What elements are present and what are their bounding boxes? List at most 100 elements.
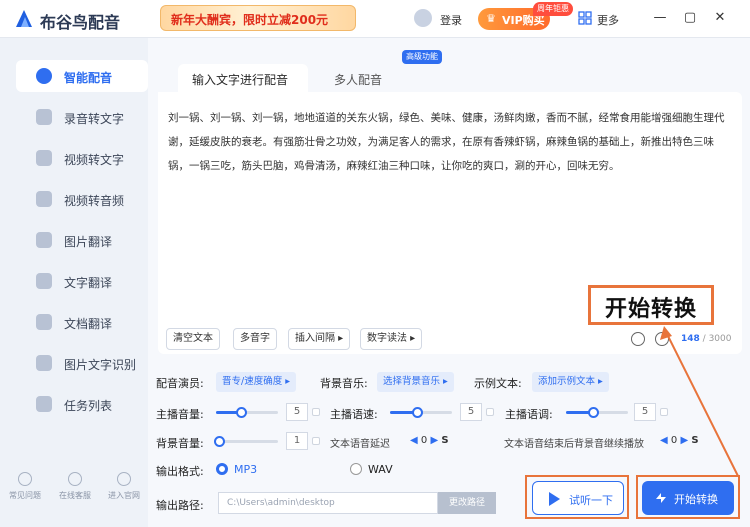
polyphone-button[interactable]: 多音字	[233, 328, 277, 350]
tab-label: 输入文字进行配音	[192, 73, 289, 87]
volume-input[interactable]: 5	[286, 403, 308, 421]
bg-volume-label: 背景音量:	[156, 437, 204, 450]
number-reading-button[interactable]: 数字读法 ▸	[360, 328, 423, 350]
image-translate-icon	[36, 232, 52, 248]
bg-volume-knob[interactable]	[214, 436, 225, 447]
crown-icon: ♛	[486, 12, 496, 25]
task-list-icon	[36, 396, 52, 412]
vip-badge: 周年钜惠	[533, 2, 573, 16]
bg-volume-slider[interactable]	[214, 436, 278, 447]
output-path-field[interactable]: C:\Users\admin\desktop	[218, 492, 438, 514]
pitch-lock-icon[interactable]	[660, 408, 668, 416]
format-label: 输出格式:	[156, 465, 204, 478]
tail-unit: S	[691, 435, 699, 446]
tab-text-dub[interactable]: 输入文字进行配音	[178, 64, 308, 92]
volume-knob[interactable]	[236, 407, 247, 418]
sidebar-item-video-to-text[interactable]: 视频转文字	[16, 142, 148, 174]
video-to-text-icon	[36, 150, 52, 166]
promo-text: 新年大酬宾，限时立减200元	[171, 13, 329, 27]
close-icon[interactable]: ✕	[712, 10, 728, 26]
volume-lock-icon[interactable]	[312, 408, 320, 416]
text-translate-icon	[36, 273, 52, 289]
login-link[interactable]: 登录	[440, 12, 462, 28]
sidebar-item-smart-dub[interactable]: 智能配音	[16, 60, 148, 92]
decrease-icon[interactable]: ◀	[410, 435, 418, 446]
sidebar-item-ocr[interactable]: 图片文字识别	[16, 347, 148, 379]
mp3-label[interactable]: MP3	[234, 463, 257, 476]
sidebar-item-image-translate[interactable]: 图片翻译	[16, 224, 148, 256]
support-link[interactable]: 在线客服	[50, 472, 100, 501]
sidebar-item-label: 视频转文字	[64, 153, 125, 167]
app-title: 布谷鸟配音	[40, 13, 121, 32]
char-counter: 148 / 3000	[681, 334, 731, 344]
video-to-audio-icon	[36, 191, 52, 207]
char-count: 148	[681, 334, 700, 344]
smart-dub-icon	[36, 68, 52, 84]
bgm-select[interactable]: 选择背景音乐 ▸	[377, 372, 454, 392]
bg-volume-input[interactable]: 1	[286, 432, 308, 450]
tail-stepper[interactable]: ◀ 0 ▶ S	[660, 435, 699, 446]
delay-unit: S	[441, 435, 449, 446]
sidebar-item-task-list[interactable]: 任务列表	[16, 388, 148, 420]
sidebar-item-text-translate[interactable]: 文字翻译	[16, 265, 148, 297]
bird-logo-icon	[16, 10, 32, 27]
delay-stepper[interactable]: ◀ 0 ▶ S	[410, 435, 449, 446]
tail-value: 0	[670, 435, 678, 446]
pitch-input[interactable]: 5	[634, 403, 656, 421]
sidebar-item-audio-to-text[interactable]: 录音转文字	[16, 101, 148, 133]
minimize-icon[interactable]: —	[652, 10, 668, 26]
question-icon	[18, 472, 32, 486]
change-path-button[interactable]: 更改路径	[438, 492, 496, 514]
callout-text: 开始转换	[604, 297, 697, 322]
increase-icon[interactable]: ▶	[430, 435, 438, 446]
mp3-radio[interactable]	[216, 463, 228, 475]
voice-select[interactable]: 晋专/速度确度 ▸	[216, 372, 296, 392]
bgm-label: 背景音乐:	[320, 377, 368, 390]
increase-icon[interactable]: ▶	[680, 435, 688, 446]
delay-label: 文本语音延迟	[330, 439, 390, 450]
sidebar-item-label: 文档翻译	[64, 317, 113, 331]
tab-label: 多人配音	[334, 73, 383, 87]
sample-label: 示例文本:	[474, 377, 522, 390]
sidebar-item-label: 文字翻译	[64, 276, 113, 290]
sidebar-item-label: 智能配音	[64, 71, 113, 85]
promo-banner[interactable]: 新年大酬宾，限时立减200元	[160, 5, 356, 31]
speed-lock-icon[interactable]	[486, 408, 494, 416]
sidebar-item-label: 图片翻译	[64, 235, 113, 249]
redo-icon[interactable]	[655, 332, 669, 346]
maximize-icon[interactable]: ▢	[682, 10, 698, 26]
pitch-slider[interactable]	[566, 407, 628, 418]
speed-slider[interactable]	[390, 407, 452, 418]
editor-text[interactable]: 刘一锅、刘一锅、刘一锅，地地道道的关东火锅，绿色、美味、健康，汤鲜肉嫩，香而不腻…	[168, 106, 728, 178]
sidebar-item-label: 图片文字识别	[64, 358, 137, 372]
ocr-icon	[36, 355, 52, 371]
speed-knob[interactable]	[412, 407, 423, 418]
faq-label: 常见问题	[9, 491, 41, 500]
volume-label: 主播音量:	[156, 408, 204, 421]
pitch-knob[interactable]	[588, 407, 599, 418]
wav-radio[interactable]	[350, 463, 362, 475]
tab-multi-dub[interactable]: 多人配音	[334, 64, 414, 92]
grid-icon[interactable]	[578, 11, 592, 25]
volume-slider[interactable]	[216, 407, 278, 418]
clear-text-button[interactable]: 清空文本	[166, 328, 220, 350]
faq-link[interactable]: 常见问题	[0, 472, 50, 501]
sample-select[interactable]: 添加示例文本 ▸	[532, 372, 609, 392]
more-menu[interactable]: 更多	[597, 12, 619, 28]
sidebar-item-label: 录音转文字	[64, 112, 125, 126]
decrease-icon[interactable]: ◀	[660, 435, 668, 446]
sidebar-item-video-to-audio[interactable]: 视频转音频	[16, 183, 148, 215]
delay-value: 0	[420, 435, 428, 446]
insert-pause-button[interactable]: 插入间隔 ▸	[288, 328, 351, 350]
website-link[interactable]: 进入官网	[99, 472, 149, 501]
doc-translate-icon	[36, 314, 52, 330]
speed-label: 主播语速:	[330, 408, 378, 421]
user-icon[interactable]	[414, 9, 432, 27]
path-label: 输出路径:	[156, 499, 204, 512]
undo-icon[interactable]	[631, 332, 645, 346]
wav-label[interactable]: WAV	[368, 463, 393, 476]
speed-input[interactable]: 5	[460, 403, 482, 421]
sidebar-item-doc-translate[interactable]: 文档翻译	[16, 306, 148, 338]
bg-volume-lock-icon[interactable]	[312, 437, 320, 445]
title-bar: 布谷鸟配音 新年大酬宾，限时立减200元 登录 ♛ VIP购买 周年钜惠 更多 …	[0, 0, 750, 38]
